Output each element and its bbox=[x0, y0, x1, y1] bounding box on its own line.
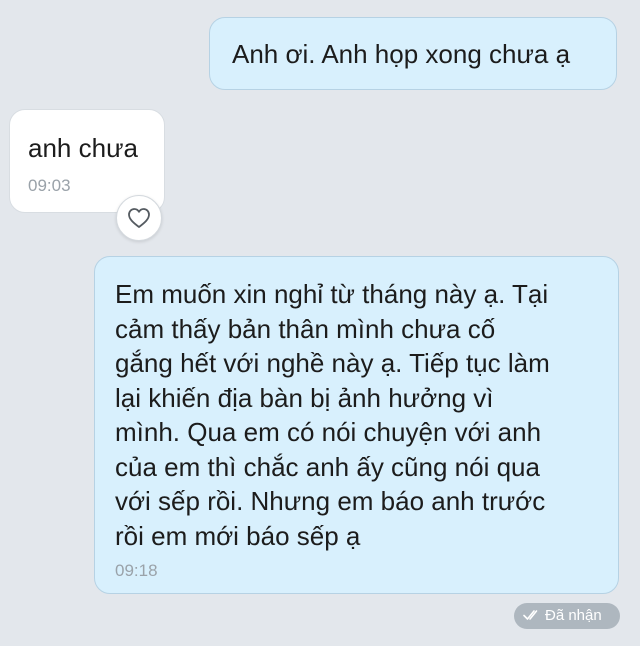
message-line: mình. Qua em có nói chuyện với anh bbox=[115, 417, 542, 447]
message-line: Em muốn xin nghỉ từ tháng này ạ. Tại bbox=[115, 279, 549, 309]
delivery-status-badge: Đã nhận bbox=[514, 603, 620, 629]
heart-outline-icon bbox=[128, 208, 150, 228]
message-text: Em muốn xin nghỉ từ tháng này ạ. Tại cảm… bbox=[115, 277, 605, 553]
delivery-status-label: Đã nhận bbox=[545, 607, 602, 624]
reaction-button[interactable] bbox=[116, 195, 162, 241]
sent-message-bubble[interactable]: Em muốn xin nghỉ từ tháng này ạ. Tại cảm… bbox=[94, 256, 619, 594]
message-line: với sếp rồi. Nhưng em báo anh trước bbox=[115, 486, 546, 516]
message-line: gắng hết với nghề này ạ. Tiếp tục làm bbox=[115, 348, 550, 378]
message-timestamp: 09:03 bbox=[28, 176, 71, 195]
message-timestamp: 09:18 bbox=[115, 561, 158, 580]
message-text: anh chưa bbox=[28, 133, 138, 163]
message-line: lại khiến địa bàn bị ảnh hưởng vì bbox=[115, 382, 494, 413]
message-line: của em thì chắc anh ấy cũng nói qua bbox=[115, 451, 540, 482]
sent-message-bubble[interactable]: Anh ơi. Anh họp xong chưa ạ bbox=[209, 17, 617, 90]
message-line: cảm thấy bản thân mình chưa cố bbox=[115, 313, 496, 344]
chat-screen: { "messages": [ { "direction": "sent", "… bbox=[0, 0, 640, 646]
message-text: Anh ơi. Anh họp xong chưa ạ bbox=[232, 39, 571, 69]
message-line: rồi em mới báo sếp ạ bbox=[115, 520, 361, 551]
double-check-icon bbox=[523, 609, 538, 620]
